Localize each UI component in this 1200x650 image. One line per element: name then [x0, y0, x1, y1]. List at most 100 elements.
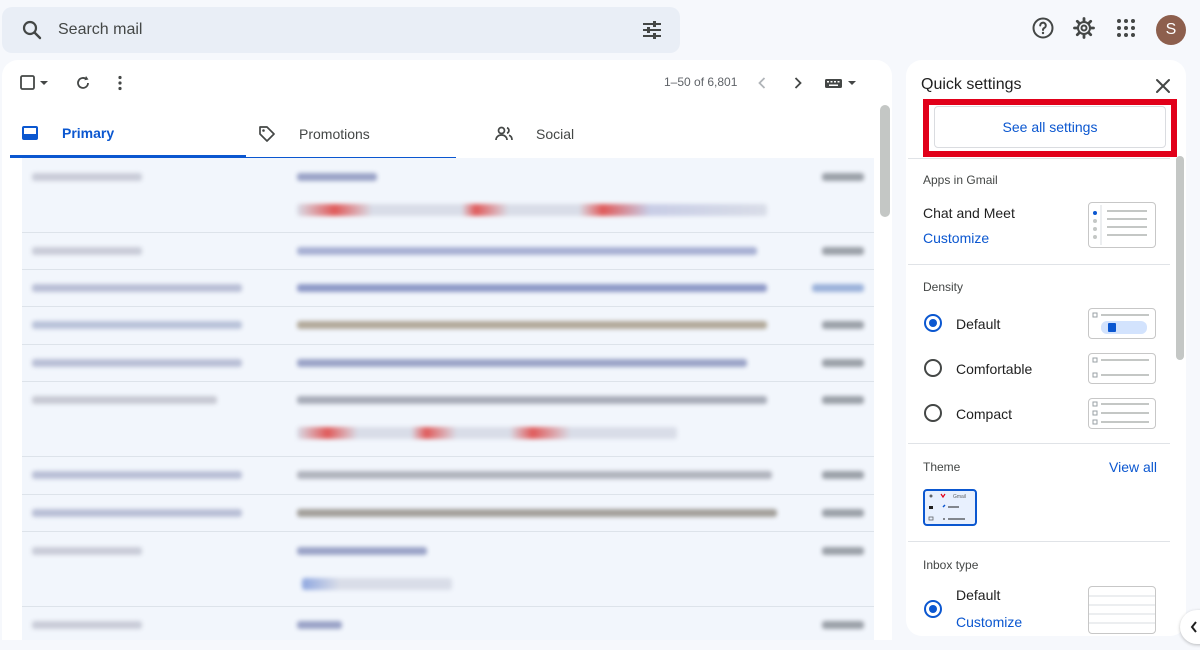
divider	[908, 264, 1170, 265]
more-options-icon[interactable]	[110, 73, 130, 93]
blurred-subject	[297, 547, 427, 555]
keyboard-icon[interactable]	[824, 73, 858, 93]
blurred-date	[822, 321, 864, 329]
blurred-attachments	[302, 578, 452, 590]
tab-primary[interactable]: Primary	[10, 110, 246, 158]
density-compact-label[interactable]: Compact	[956, 406, 1012, 422]
blurred-date	[822, 173, 864, 181]
inbox-default-radio[interactable]	[924, 600, 942, 618]
email-row[interactable]	[22, 607, 874, 640]
density-compact-preview	[1088, 398, 1156, 429]
quick-settings-title: Quick settings	[921, 76, 1022, 93]
tag-icon	[259, 126, 275, 142]
tab-promotions[interactable]: Promotions	[247, 110, 483, 158]
density-compact-icon	[1092, 401, 1149, 425]
blurred-sender	[32, 547, 142, 555]
mail-list-scrollbar[interactable]	[880, 105, 890, 217]
blurred-attachments	[297, 427, 677, 439]
blurred-subject	[297, 359, 747, 367]
divider	[908, 158, 1170, 159]
help-icon[interactable]	[1031, 16, 1055, 40]
apps-section-title: Apps in Gmail	[923, 173, 998, 187]
tab-label: Primary	[62, 124, 115, 141]
search-bar[interactable]	[2, 7, 680, 53]
divider	[908, 541, 1170, 542]
inbox-customize-link[interactable]: Customize	[956, 614, 1022, 630]
density-default-label[interactable]: Default	[956, 316, 1000, 332]
select-checkbox-icon[interactable]	[18, 73, 38, 93]
theme-section-title: Theme	[923, 460, 961, 474]
blurred-date	[822, 547, 864, 555]
blurred-date	[822, 509, 864, 517]
apps-customize-link[interactable]: Customize	[923, 230, 989, 246]
theme-preview[interactable]: Gmail	[923, 489, 977, 526]
email-row[interactable]	[22, 495, 874, 532]
email-row[interactable]	[22, 345, 874, 382]
pagination-info: 1–50 of 6,801	[664, 75, 738, 89]
blurred-sender	[32, 284, 242, 292]
chat-meet-preview	[1088, 202, 1156, 248]
density-comfortable-label[interactable]: Comfortable	[956, 361, 1032, 377]
search-input[interactable]	[58, 21, 618, 39]
email-row[interactable]	[22, 532, 874, 607]
inbox-type-section-title: Inbox type	[923, 558, 979, 572]
email-list	[22, 158, 874, 640]
blurred-sender	[32, 509, 242, 517]
blurred-subject	[297, 321, 767, 329]
email-row[interactable]	[22, 233, 874, 270]
blurred-subject	[297, 509, 777, 517]
see-all-settings-button[interactable]: See all settings	[934, 106, 1166, 148]
blurred-subject	[297, 173, 377, 181]
blurred-subject	[297, 247, 757, 255]
tab-social[interactable]: Social	[484, 110, 720, 158]
density-comfortable-icon	[1092, 357, 1149, 378]
search-options-icon[interactable]	[640, 18, 664, 42]
blurred-sender	[32, 247, 142, 255]
select-dropdown-icon[interactable]	[38, 73, 50, 93]
people-icon	[495, 126, 513, 141]
density-default-radio[interactable]	[924, 314, 942, 332]
blurred-subject	[297, 284, 767, 292]
blurred-date	[822, 247, 864, 255]
close-icon[interactable]	[1153, 76, 1173, 96]
chevron-left-icon	[1190, 621, 1197, 633]
tab-label: Promotions	[299, 126, 370, 142]
density-compact-radio[interactable]	[924, 404, 942, 422]
blurred-sender	[32, 359, 242, 367]
density-comfortable-preview	[1088, 353, 1156, 384]
apps-grid-icon[interactable]	[1114, 16, 1138, 40]
quick-settings-panel: Quick settings See all settings Apps in …	[906, 60, 1186, 636]
blurred-date	[822, 471, 864, 479]
blurred-date	[822, 396, 864, 404]
density-default-icon	[1092, 312, 1149, 334]
layout-preview-icon	[1093, 205, 1147, 245]
chevron-left-icon[interactable]	[752, 73, 772, 93]
category-tabs: Primary Promotions Social	[10, 110, 880, 158]
avatar[interactable]: S	[1156, 15, 1186, 45]
side-panel-toggle[interactable]	[1180, 610, 1200, 644]
search-icon[interactable]	[20, 18, 44, 42]
inbox-type-preview	[1088, 586, 1156, 634]
inbox-preview-icon	[1089, 595, 1155, 624]
blurred-date	[822, 621, 864, 629]
blurred-date	[822, 359, 864, 367]
density-comfortable-radio[interactable]	[924, 359, 942, 377]
email-row[interactable]	[22, 382, 874, 457]
email-row[interactable]	[22, 158, 874, 233]
blurred-subject	[297, 396, 767, 404]
blurred-attachments	[297, 204, 767, 216]
blurred-sender	[32, 621, 142, 629]
gear-icon[interactable]	[1072, 16, 1096, 40]
blurred-date	[812, 284, 864, 292]
refresh-icon[interactable]	[73, 73, 93, 93]
email-row[interactable]	[22, 270, 874, 307]
blurred-sender	[32, 396, 217, 404]
theme-view-all-link[interactable]: View all	[1109, 459, 1157, 475]
mail-list-panel: 1–50 of 6,801 Primary Promotions Social	[2, 60, 892, 640]
email-row[interactable]	[22, 457, 874, 495]
email-row[interactable]	[22, 307, 874, 345]
quick-settings-scrollbar[interactable]	[1176, 156, 1184, 360]
density-default-preview	[1088, 308, 1156, 339]
chevron-right-icon[interactable]	[788, 73, 808, 93]
inbox-default-label[interactable]: Default	[956, 587, 1000, 603]
